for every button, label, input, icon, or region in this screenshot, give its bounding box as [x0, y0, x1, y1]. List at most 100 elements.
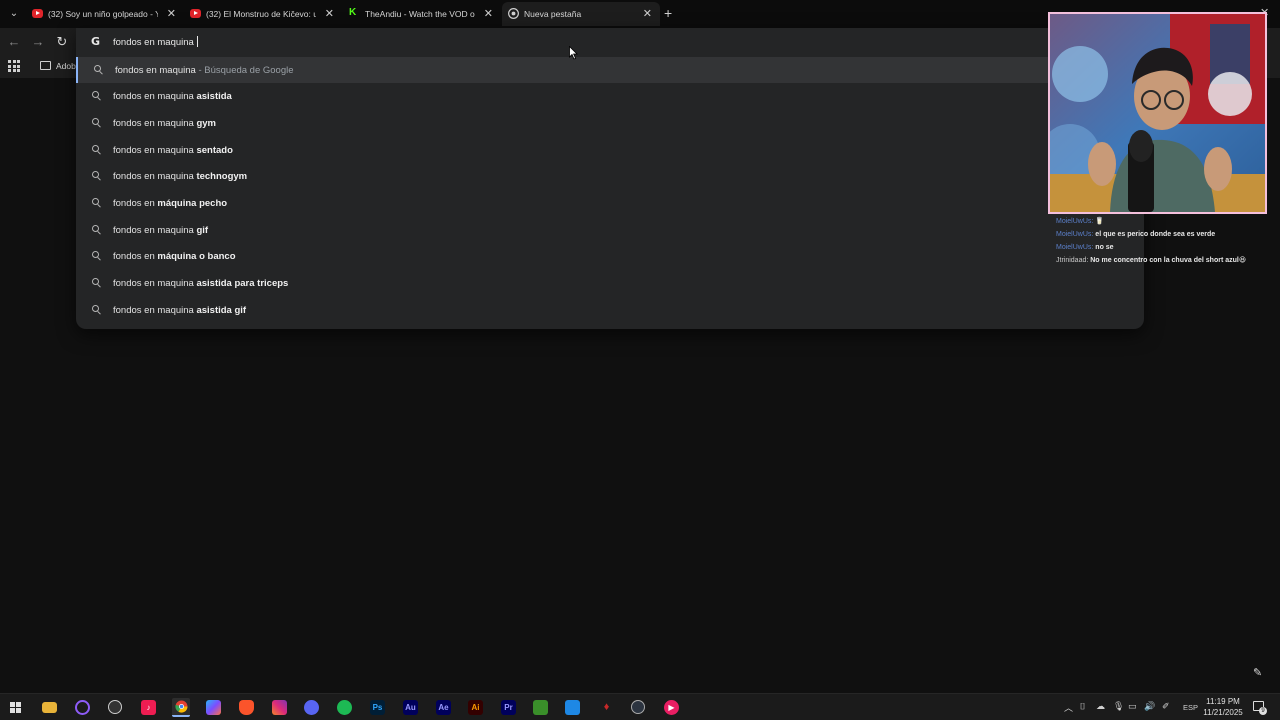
webcam-image [1050, 14, 1265, 212]
suggestion-text: fondos en maquina asistida [113, 91, 232, 102]
pen-icon[interactable]: ✎ [1253, 666, 1262, 679]
suggestion-text: fondos en maquina gif [113, 225, 209, 236]
chat-username: Jtrinidaad: [1056, 257, 1089, 264]
chat-message: MoielUwUs: no se [1056, 241, 1276, 254]
cortana-icon[interactable] [75, 700, 90, 715]
copilot-icon[interactable] [206, 700, 221, 715]
chat-text: 🥛 [1095, 218, 1105, 225]
chat-username: MoielUwUs: [1056, 218, 1094, 225]
windows-start-icon[interactable] [10, 702, 21, 713]
chrome-icon [508, 8, 519, 19]
minecraft-icon[interactable] [533, 700, 548, 715]
search-icon [92, 145, 101, 155]
kick-icon: K [349, 7, 357, 18]
monitor-icon[interactable]: ▭ [1128, 701, 1137, 712]
folder-icon[interactable] [40, 61, 51, 70]
streamer-webcam [1048, 12, 1267, 214]
suggestion-item[interactable]: fondos en maquina - Búsqueda de Google [76, 57, 1144, 83]
close-tab-icon[interactable]: ✕ [484, 7, 493, 20]
search-icon [94, 65, 103, 75]
suggestion-text: fondos en maquina - Búsqueda de Google [115, 65, 294, 76]
file-explorer-icon[interactable] [42, 702, 57, 713]
apps-grid-icon[interactable] [8, 60, 20, 72]
chat-text: no se [1095, 244, 1114, 251]
device-icon[interactable]: ⌷ [1080, 701, 1085, 712]
discord-icon[interactable] [304, 700, 319, 715]
tab-1[interactable]: (32) El Monstruo de Kičevo: un ✕ [184, 2, 342, 26]
search-icon [92, 225, 101, 235]
tab-0[interactable]: (32) Soy un niño golpeado - Yo ✕ [26, 2, 184, 26]
close-tab-icon[interactable]: ✕ [643, 7, 652, 20]
show-hidden-icons-chevron-icon[interactable]: ︿ [1064, 701, 1073, 714]
chrome-taskbar-icon[interactable] [172, 698, 190, 717]
tab-title: (32) Soy un niño golpeado - Yo [48, 9, 158, 19]
spotify-icon[interactable] [337, 700, 352, 715]
chat-username: MoielUwUs: [1056, 231, 1094, 238]
clock[interactable]: 11:19 PM 11/21/2025 [1198, 696, 1248, 718]
suggestion-item[interactable]: fondos en maquina gym [76, 110, 1144, 136]
microphone-icon[interactable]: 🎙 [1113, 701, 1124, 712]
youtube-icon [32, 9, 43, 18]
omnibox-input[interactable]: fondos en maquina [113, 36, 199, 48]
cloud-icon[interactable]: ☁ [1096, 701, 1105, 712]
suggestion-item[interactable]: fondos en maquina asistida [76, 83, 1144, 109]
tab-title: TheAndiu - Watch the VOD on [365, 9, 475, 19]
close-tab-icon[interactable]: ✕ [325, 7, 334, 20]
search-icon [92, 198, 101, 208]
suggestion-item[interactable]: fondos en maquina sentado [76, 137, 1144, 163]
suggestion-item[interactable]: fondos en maquina technogym [76, 163, 1144, 189]
taskbar: ♪ Ps Au Ae Ai Pr ♦ ▶ ︿ ⌷ ☁ 🎙 ▭ 🔊 ✐ ESP 1… [0, 693, 1280, 720]
tab-search-chevron-icon[interactable]: ⌄ [6, 6, 22, 22]
app-window-icon[interactable] [565, 700, 580, 715]
bookmark-label[interactable]: Adob [56, 61, 76, 71]
omnibox-input-row[interactable]: G fondos en maquina [76, 28, 1144, 56]
chat-username: MoielUwUs: [1056, 244, 1094, 251]
suggestion-text: fondos en máquina pecho [113, 198, 228, 209]
obs-icon[interactable] [108, 700, 122, 714]
suggestion-text: fondos en maquina technogym [113, 171, 248, 182]
search-icon [92, 278, 101, 288]
chat-text: el que es perico donde sea es verde [1095, 231, 1216, 238]
chat-message: MoielUwUs: 🥛 [1056, 215, 1276, 228]
after-effects-icon[interactable]: Ae [436, 700, 451, 715]
text-caret [197, 36, 199, 47]
suggestion-item[interactable]: fondos en maquina asistida para triceps [76, 270, 1144, 296]
suggestion-item[interactable]: fondos en máquina o banco [76, 243, 1144, 269]
reload-icon[interactable]: ↻ [54, 34, 70, 50]
suggestion-text: fondos en maquina asistida para triceps [113, 278, 289, 289]
suggestion-text: fondos en máquina o banco [113, 251, 236, 262]
tab-title: Nueva pestaña [524, 9, 582, 19]
forward-icon[interactable]: → [30, 34, 46, 50]
new-tab-icon[interactable]: + [664, 5, 672, 21]
youtube-icon [190, 9, 201, 18]
omnibox-dropdown: G fondos en maquina fondos en maquina - … [76, 28, 1144, 329]
search-icon [92, 171, 101, 181]
red-app-icon[interactable]: ♦ [599, 700, 614, 715]
recorder-icon[interactable]: ▶ [664, 700, 679, 715]
back-icon[interactable]: ← [6, 34, 22, 50]
clock-date: 11/21/2025 [1203, 708, 1243, 717]
premiere-icon[interactable]: Pr [501, 700, 516, 715]
chat-message: MoielUwUs: el que es perico donde sea es… [1056, 228, 1276, 241]
volume-icon[interactable]: 🔊 [1144, 701, 1155, 712]
close-tab-icon[interactable]: ✕ [167, 7, 176, 20]
tab-2[interactable]: K TheAndiu - Watch the VOD on ✕ [343, 2, 501, 26]
tiktok-icon[interactable]: ♪ [141, 700, 156, 715]
illustrator-icon[interactable]: Ai [468, 700, 483, 715]
brave-icon[interactable] [239, 700, 254, 715]
stream-chat: MoielUwUs: 🥛 MoielUwUs: el que es perico… [1056, 215, 1276, 267]
suggestion-text: fondos en maquina gym [113, 118, 216, 129]
pen-workspace-icon[interactable]: ✐ [1162, 701, 1170, 712]
suggestion-item[interactable]: fondos en máquina pecho [76, 190, 1144, 216]
google-icon: G [91, 35, 101, 48]
suggestion-text: fondos en maquina asistida gif [113, 305, 247, 316]
tab-title: (32) El Monstruo de Kičevo: un [206, 9, 316, 19]
tab-3-active[interactable]: Nueva pestaña ✕ [502, 2, 660, 26]
language-indicator[interactable]: ESP [1183, 703, 1198, 712]
audition-icon[interactable]: Au [403, 700, 418, 715]
instagram-icon[interactable] [272, 700, 287, 715]
suggestion-item[interactable]: fondos en maquina asistida gif [76, 297, 1144, 323]
suggestion-item[interactable]: fondos en maquina gif [76, 217, 1144, 243]
photoshop-icon[interactable]: Ps [370, 700, 385, 715]
server-app-icon[interactable] [631, 700, 645, 714]
